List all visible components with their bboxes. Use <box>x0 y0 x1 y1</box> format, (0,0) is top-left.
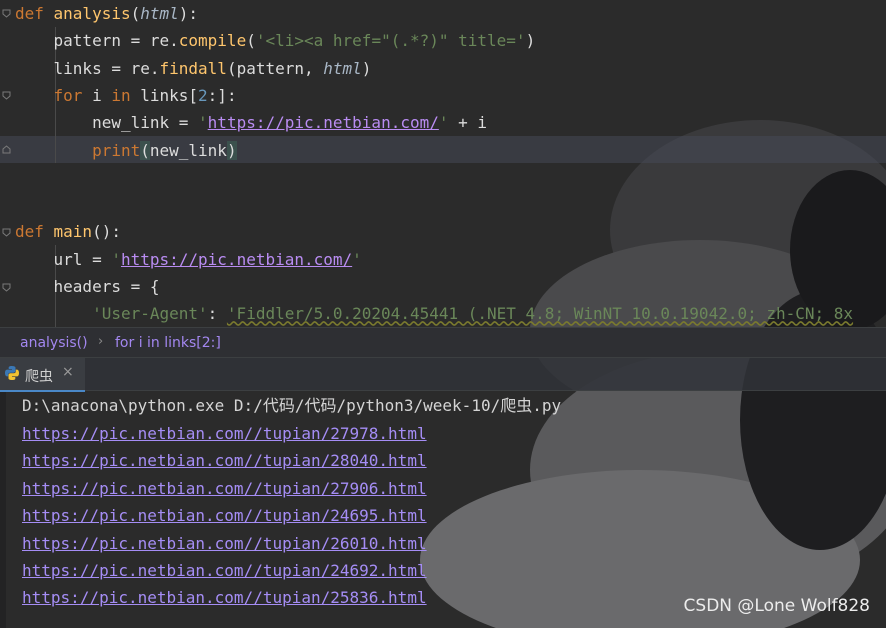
code-token: :]: <box>207 85 237 105</box>
code-token: main <box>53 222 93 242</box>
console-link[interactable]: https://pic.netbian.com//tupian/28040.ht… <box>22 447 427 474</box>
code-token: ( <box>246 31 256 51</box>
fold-icon[interactable] <box>2 145 11 154</box>
url-token[interactable]: https://pic.netbian.com/ <box>208 113 439 132</box>
code-token: ) <box>361 58 372 78</box>
run-tab-label: 爬虫 <box>25 369 53 385</box>
breadcrumb-for-loop[interactable]: for i in links[2:] <box>115 335 221 351</box>
fold-icon[interactable] <box>2 283 11 292</box>
console-command-line: D:\anacona\python.exe D:/代码/代码/python3/w… <box>22 396 562 415</box>
fold-icon[interactable] <box>2 91 11 100</box>
code-line[interactable]: url = 'https://pic.netbian.com/' <box>15 246 362 273</box>
code-token: url = <box>15 249 112 269</box>
code-token: ' <box>198 113 208 133</box>
code-line[interactable]: 'User-Agent': 'Fiddler/5.0.20204.45441 (… <box>15 300 853 327</box>
code-token: (): <box>92 222 121 242</box>
code-token: i <box>92 85 112 105</box>
code-line[interactable]: headers = { <box>15 273 160 300</box>
console-gutter <box>0 390 6 628</box>
console-link[interactable]: https://pic.netbian.com//tupian/24695.ht… <box>22 502 427 529</box>
code-token: ) <box>226 140 237 160</box>
code-token: '<li><a href="(.*?)" title=' <box>255 31 526 51</box>
code-token: compile <box>178 31 247 51</box>
code-token: (pattern, <box>226 58 324 78</box>
code-token: analysis <box>53 4 131 23</box>
console-link[interactable]: https://pic.netbian.com//tupian/27906.ht… <box>22 475 427 502</box>
code-token: 2 <box>198 85 208 105</box>
code-token: ' <box>438 113 449 133</box>
breadcrumb-analysis[interactable]: analysis() <box>20 335 88 351</box>
breadcrumb-separator: › <box>98 334 104 349</box>
code-token: in <box>111 85 141 105</box>
code-token: new_link = <box>15 113 199 133</box>
code-token: new_link <box>149 140 227 160</box>
code-token: print <box>92 140 141 160</box>
code-token: ( <box>140 140 150 160</box>
url-token[interactable]: https://pic.netbian.com/ <box>121 250 352 269</box>
console-link[interactable]: https://pic.netbian.com//tupian/25836.ht… <box>22 584 427 611</box>
fold-icon[interactable] <box>2 9 11 18</box>
code-token: ( <box>130 4 141 23</box>
code-token: html <box>140 4 179 23</box>
code-token: ): <box>178 4 199 23</box>
close-icon[interactable]: × <box>62 364 74 380</box>
console-link[interactable]: https://pic.netbian.com//tupian/27978.ht… <box>22 420 427 447</box>
code-line[interactable]: print(new_link) <box>15 137 237 164</box>
watermark: CSDN @Lone Wolf828 <box>683 596 870 616</box>
code-line[interactable]: for i in links[2:]: <box>15 82 237 109</box>
code-token: + i <box>448 113 488 133</box>
code-token: : <box>207 304 227 324</box>
run-tab-bar: 爬虫 × <box>0 357 886 392</box>
console-link[interactable]: https://pic.netbian.com//tupian/24692.ht… <box>22 557 427 584</box>
code-token: 'User-Agent' <box>92 304 208 324</box>
run-console[interactable]: D:\anacona\python.exe D:/代码/代码/python3/w… <box>0 390 886 628</box>
code-token: html <box>323 58 362 78</box>
breadcrumb: analysis() › for i in links[2:] <box>0 327 886 358</box>
code-token: 'Fiddler/5.0.20204.45441 (.NET 4.8; WinN… <box>226 304 854 324</box>
code-token: findall <box>159 58 227 78</box>
python-icon <box>5 366 19 380</box>
code-token: def <box>15 222 54 242</box>
run-tab-spider[interactable]: 爬虫 × <box>0 358 85 392</box>
code-token: links[ <box>140 85 199 105</box>
code-token: def <box>15 4 54 23</box>
code-token: pattern = re. <box>15 31 179 51</box>
code-editor[interactable]: def analysis(html): pattern = re.compile… <box>0 0 886 327</box>
code-token: ' <box>111 249 121 269</box>
console-link[interactable]: https://pic.netbian.com//tupian/26010.ht… <box>22 530 427 557</box>
code-line[interactable]: links = re.findall(pattern, html) <box>15 55 372 82</box>
code-line[interactable]: pattern = re.compile('<li><a href="(.*?)… <box>15 27 536 54</box>
code-token: for <box>15 85 93 105</box>
code-token: ) <box>525 31 536 51</box>
code-line[interactable]: new_link = 'https://pic.netbian.com/' + … <box>15 109 487 136</box>
code-token: links = re. <box>15 58 160 78</box>
fold-icon[interactable] <box>2 228 11 237</box>
code-line[interactable]: def analysis(html): <box>15 0 198 27</box>
code-line[interactable]: def main(): <box>15 218 121 245</box>
code-token: headers = { <box>15 277 160 296</box>
code-token: ' <box>352 249 362 269</box>
